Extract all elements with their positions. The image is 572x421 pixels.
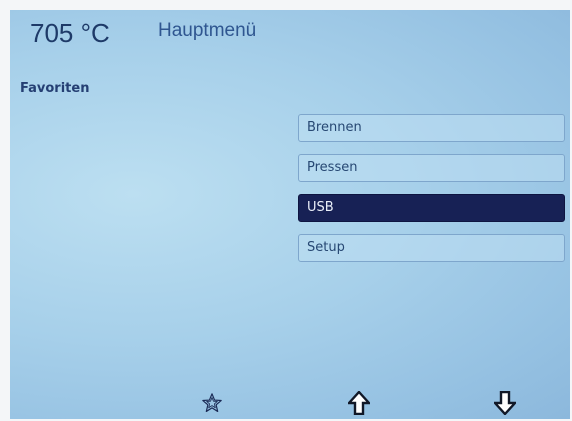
arrow-down-icon	[494, 391, 516, 415]
scroll-down-softkey[interactable]	[485, 388, 525, 418]
menu-item-label: Brennen	[307, 120, 362, 135]
menu-item-label: Pressen	[307, 160, 358, 175]
menu-item-setup[interactable]: Setup	[298, 234, 565, 262]
menu-item-brennen[interactable]: Brennen	[298, 114, 565, 142]
arrow-up-icon	[348, 391, 370, 415]
scroll-up-softkey[interactable]	[339, 388, 379, 418]
page-title: Hauptmenü	[158, 20, 257, 41]
menu-item-label: USB	[307, 200, 334, 215]
softkey-bar	[10, 386, 570, 419]
menu-item-pressen[interactable]: Pressen	[298, 154, 565, 182]
menu-item-usb[interactable]: USB	[298, 194, 565, 222]
menu-item-label: Setup	[307, 240, 345, 255]
temperature-readout: 705 °C	[30, 18, 110, 48]
favorite-softkey[interactable]	[192, 388, 232, 418]
main-menu: Brennen Pressen USB Setup	[298, 114, 565, 274]
star-icon	[202, 393, 222, 413]
display-screen: 705 °C Hauptmenü Favoriten Brennen Press…	[10, 10, 570, 419]
favorites-label: Favoriten	[20, 81, 90, 96]
header: 705 °C Hauptmenü	[10, 10, 570, 50]
